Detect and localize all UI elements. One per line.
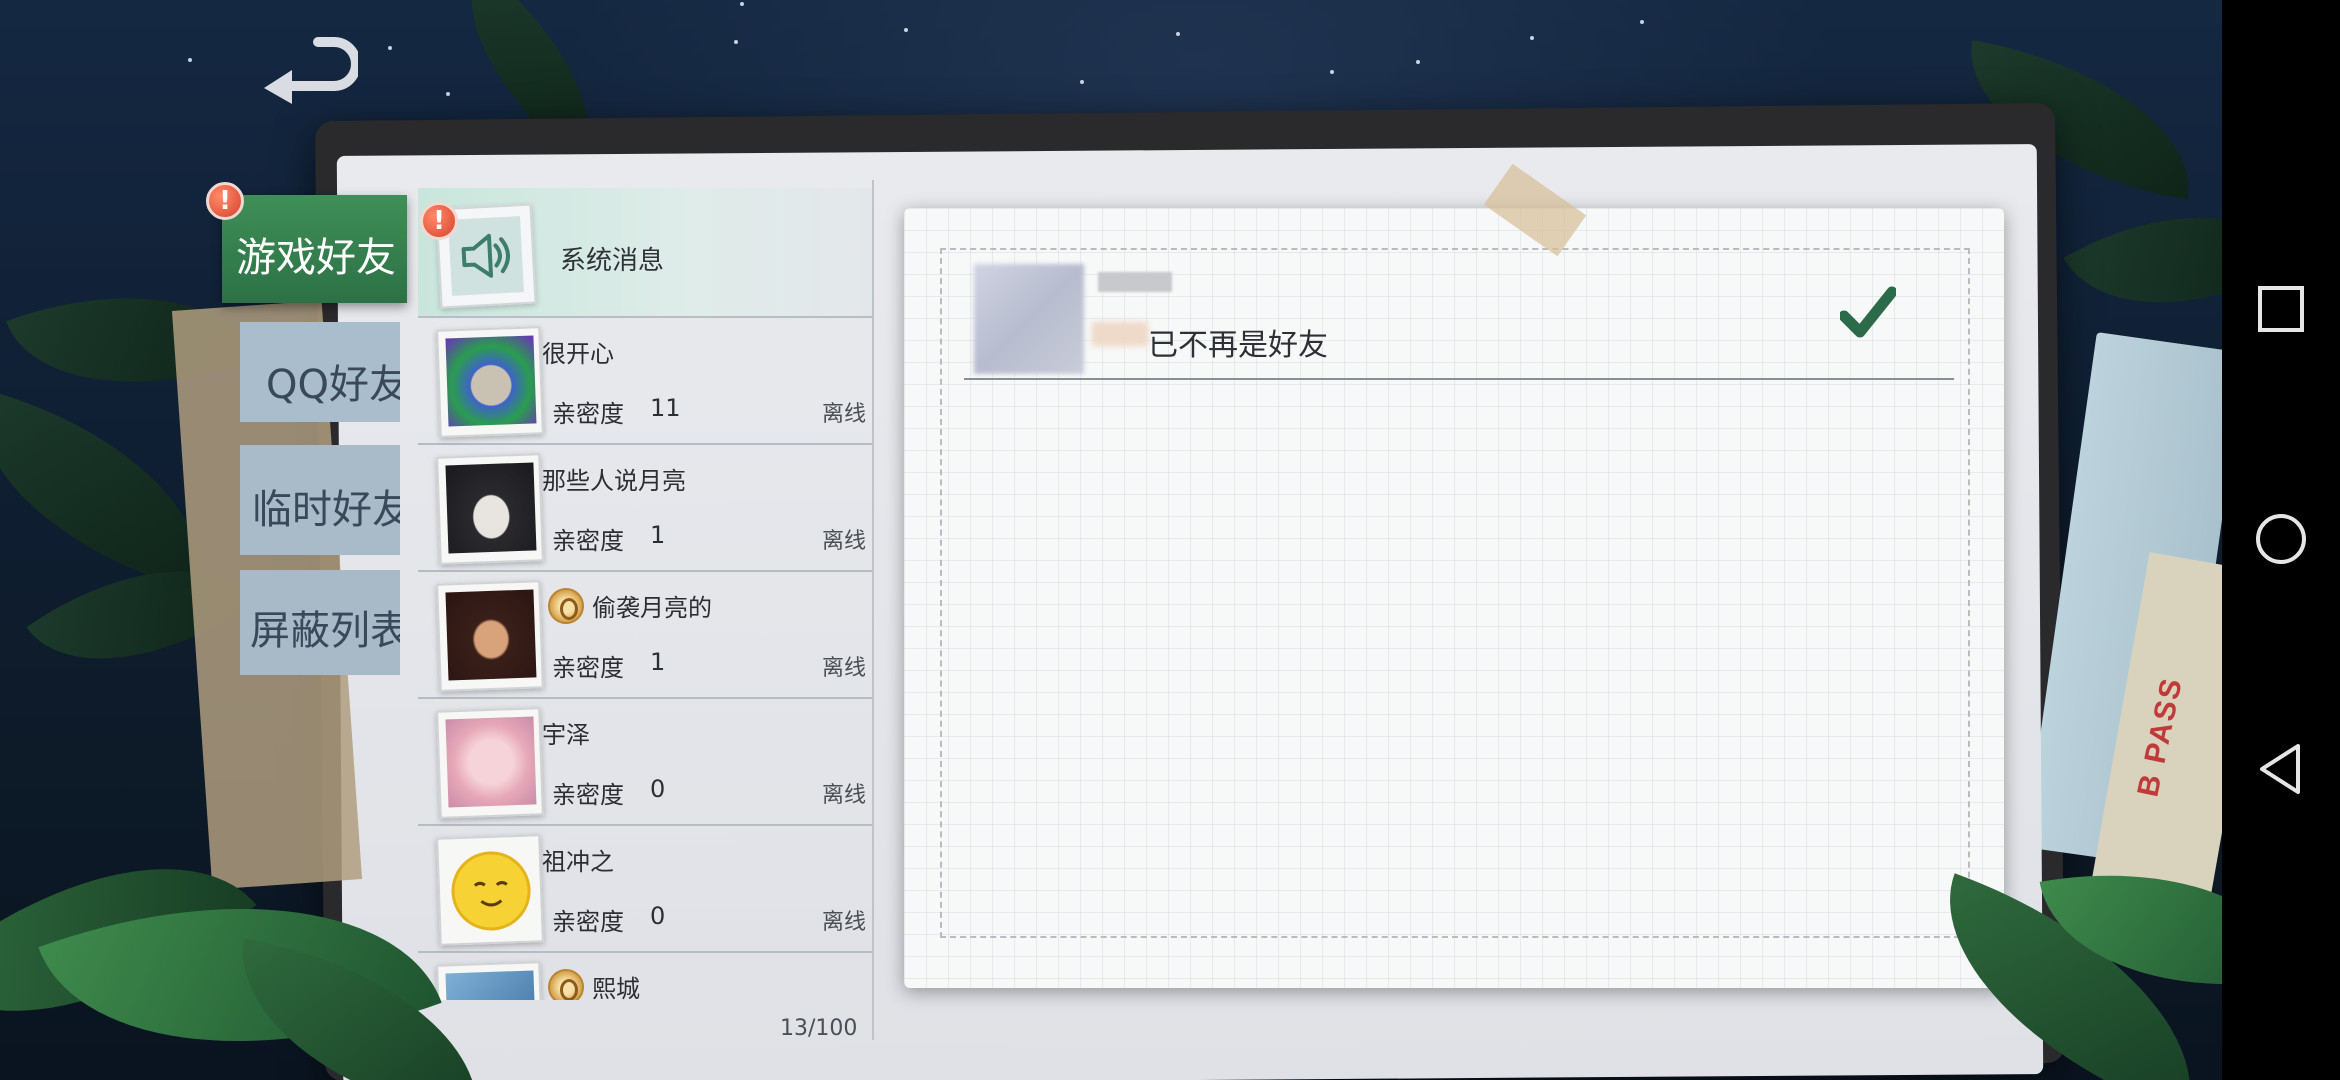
- speaker-icon: [461, 233, 510, 278]
- star: [188, 58, 192, 62]
- status-offline: 离线: [821, 656, 866, 681]
- star: [1330, 70, 1334, 74]
- smiley-avatar-icon: [451, 851, 531, 931]
- friends-list[interactable]: 系统消息 很开心 亲密度 11 离线 那些人说月亮 亲密度 1 离线 偷袭月亮的…: [418, 188, 874, 1000]
- intimacy-value: 11: [650, 394, 681, 422]
- compass-badge-icon: [548, 588, 584, 624]
- status-offline: 离线: [821, 783, 866, 808]
- android-nav-bar: [2222, 0, 2340, 1080]
- intimacy-value: 0: [650, 902, 666, 930]
- message-item[interactable]: 已不再是好友: [964, 256, 1954, 380]
- friend-item[interactable]: 很开心 亲密度 11 离线: [418, 318, 872, 445]
- friend-name: 祖冲之: [542, 848, 614, 876]
- tab-game-friends[interactable]: 游戏好友: [222, 195, 407, 303]
- sender-name-blurred: [1098, 272, 1172, 292]
- alert-badge-icon: !: [206, 182, 244, 220]
- star: [1416, 60, 1420, 64]
- star: [740, 2, 744, 6]
- system-message-title: 系统消息: [560, 246, 665, 276]
- avatar: [436, 326, 544, 438]
- friend-item[interactable]: 偷袭月亮的 亲密度 1 离线: [418, 572, 872, 699]
- status-offline: 离线: [821, 529, 866, 554]
- tab-qq-friends[interactable]: QQ好友: [240, 322, 400, 422]
- star: [446, 92, 450, 96]
- status-offline: 离线: [821, 910, 866, 935]
- recent-apps-button[interactable]: [2252, 280, 2310, 338]
- friend-item[interactable]: 祖冲之 亲密度 0 离线: [418, 826, 872, 953]
- friend-item[interactable]: 那些人说月亮 亲密度 1 离线: [418, 445, 872, 572]
- intimacy-label: 亲密度: [552, 781, 624, 809]
- avatar: [436, 453, 544, 565]
- intimacy-label: 亲密度: [552, 400, 624, 428]
- friend-name-blurred: [1092, 322, 1148, 346]
- star: [1640, 20, 1644, 24]
- compass-badge-icon: [548, 969, 584, 1000]
- star: [734, 40, 738, 44]
- intimacy-label: 亲密度: [552, 527, 624, 555]
- intimacy-value: 1: [650, 521, 666, 549]
- status-offline: 离线: [821, 402, 866, 427]
- star: [1530, 36, 1534, 40]
- avatar: [436, 707, 544, 819]
- star: [904, 28, 908, 32]
- system-message-item[interactable]: 系统消息: [418, 188, 872, 318]
- intimacy-value: 1: [650, 648, 666, 676]
- home-button[interactable]: [2252, 510, 2310, 568]
- alert-badge-icon: !: [420, 202, 458, 240]
- back-arrow-icon: [264, 37, 361, 104]
- friend-name: 那些人说月亮: [542, 467, 686, 495]
- message-panel: 已不再是好友: [904, 208, 2004, 988]
- friend-item[interactable]: 熙城: [418, 953, 872, 1000]
- friend-name: 宇泽: [542, 721, 590, 749]
- friend-item[interactable]: 宇泽 亲密度 0 离线: [418, 699, 872, 826]
- star: [1080, 80, 1084, 84]
- check-icon[interactable]: [1840, 286, 1896, 338]
- intimacy-label: 亲密度: [552, 908, 624, 936]
- sender-avatar: [974, 264, 1084, 374]
- avatar: [436, 961, 544, 1000]
- avatar: [436, 580, 544, 692]
- tab-temp-friends[interactable]: 临时好友: [240, 445, 400, 555]
- avatar: [436, 834, 544, 946]
- friend-name: 偷袭月亮的: [592, 594, 712, 622]
- star: [1176, 32, 1180, 36]
- tab-blocked-list[interactable]: 屏蔽列表: [240, 570, 400, 675]
- friend-count: 13/100: [780, 1016, 858, 1041]
- friend-name: 熙城: [592, 975, 640, 1000]
- back-button[interactable]: [2252, 740, 2310, 798]
- message-text: 已不再是好友: [1148, 328, 1328, 363]
- friend-name: 很开心: [542, 340, 614, 368]
- back-arrow-button[interactable]: [248, 30, 361, 110]
- intimacy-label: 亲密度: [552, 654, 624, 682]
- star: [388, 46, 392, 50]
- intimacy-value: 0: [650, 775, 666, 803]
